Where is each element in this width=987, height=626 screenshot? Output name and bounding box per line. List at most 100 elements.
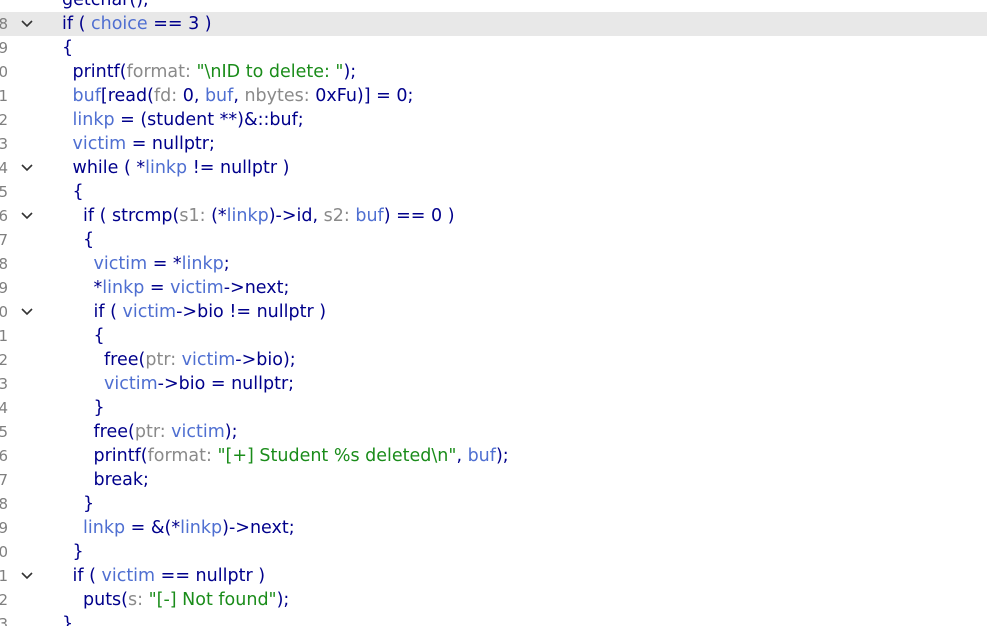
code-token: )->id, [268,206,324,226]
line-number: 7 [0,231,8,249]
line-number: 8 [0,255,8,273]
code-line[interactable]: 2 free(ptr: victim->bio); [0,348,987,372]
code-text: } [83,492,94,516]
code-line[interactable]: 6 printf(format: "[+] Student %s deleted\… [0,444,987,468]
code-line[interactable]: 7 break; [0,468,987,492]
code-token: { [72,182,84,202]
code-token: ->bio = nullptr; [157,374,295,394]
chevron-down-icon[interactable] [17,12,37,36]
line-number: 8 [0,15,8,33]
code-text: getchar(); [62,0,149,12]
code-token: ptr: [145,350,182,370]
code-token: "[-] Not found" [148,590,277,610]
code-line[interactable]: 5{ [0,180,987,204]
code-text: while ( *linkp != nullptr ) [73,156,290,180]
code-token: linkp [180,518,223,538]
line-number: 1 [0,327,8,345]
code-token: ); [276,590,290,610]
code-line[interactable]: 7{ [0,228,987,252]
chevron-down-icon[interactable] [17,564,37,588]
code-line[interactable]: 4 while ( *linkp != nullptr ) [0,156,987,180]
code-token: s1: [179,206,212,226]
code-line[interactable]: 9{ [0,36,987,60]
code-token: ); [495,446,509,466]
code-line[interactable]: 2 linkp = (student **)&::buf; [0,108,987,132]
code-line[interactable]: 5 free(ptr: victim); [0,420,987,444]
line-number: 4 [0,399,8,417]
code-text: } [94,396,105,420]
code-line[interactable]: 9 linkp = &(*linkp)->next; [0,516,987,540]
code-line[interactable]: 8 victim = *linkp; [0,252,987,276]
code-line[interactable]: 1 buf[read(fd: 0, buf, nbytes: 0xFu)] = 0… [0,84,987,108]
code-token: "[+] Student %s deleted\n" [217,446,457,466]
code-token: buf [72,86,101,106]
code-token: buf [355,206,384,226]
code-text: } [62,612,73,626]
code-token: = (student **)&::buf; [114,110,304,130]
line-number: 0 [0,303,8,321]
code-token: 0xFu)] = 0; [315,86,414,106]
code-line[interactable]: 1 if ( victim == nullptr ) [0,564,987,588]
code-editor[interactable]: getchar(); 8 if ( choice == 3 ) 9{0 printf(f… [0,0,987,626]
code-token: linkp [83,518,126,538]
code-line[interactable]: 6 if ( strcmp(s1: (*linkp)->id, s2: buf) … [0,204,987,228]
line-number: 6 [0,207,8,225]
code-line[interactable]: 8 if ( choice == 3 ) [0,12,987,36]
code-token: != nullptr ) [187,158,290,178]
code-token: getchar(); [62,0,149,10]
code-line[interactable]: 0 printf(format: "\nID to delete: "); [0,60,987,84]
code-token: fd: [153,86,183,106]
code-text: free(ptr: victim); [94,420,238,444]
code-token: [read( [100,86,154,106]
code-line[interactable]: 4} [0,396,987,420]
code-text: { [83,228,94,252]
chevron-down-icon[interactable] [17,300,37,324]
code-token: linkp [72,110,115,130]
chevron-down-icon[interactable] [17,204,37,228]
code-token: victim [93,254,148,274]
code-token: victim [170,278,224,298]
line-number: 2 [0,591,8,609]
line-number: 5 [0,423,8,441]
code-token: break; [93,470,149,490]
code-text: if ( victim == nullptr ) [73,564,266,588]
code-line[interactable]: 0} [0,540,987,564]
code-line[interactable]: 9 *linkp = victim->next; [0,276,987,300]
code-text: *linkp = victim->next; [94,276,290,300]
chevron-down-icon[interactable] [17,156,37,180]
code-line[interactable]: 0 if ( victim->bio != nullptr ) [0,300,987,324]
code-token: format: [126,62,197,82]
line-number: 9 [0,519,8,537]
code-token: s2: [323,206,356,226]
code-line[interactable]: 3 victim = nullptr; [0,132,987,156]
code-line[interactable]: 1{ [0,324,987,348]
code-line[interactable]: 3 victim->bio = nullptr; [0,372,987,396]
code-token: * [93,278,103,298]
code-line[interactable]: 8} [0,492,987,516]
code-token: free( [104,350,146,370]
code-line[interactable]: 3} [0,612,987,626]
code-text: if ( choice == 3 ) [62,12,212,36]
code-token: ) == 0 ) [383,206,455,226]
code-line[interactable]: getchar(); [0,0,987,12]
code-token: } [83,494,95,514]
code-token: == 3 ) [147,14,212,34]
code-token: nbytes: [244,86,316,106]
code-token: = * [147,254,182,274]
code-text: free(ptr: victim->bio); [104,348,296,372]
code-token: { [93,326,105,346]
code-token: ); [224,422,238,442]
code-token: victim [72,134,127,154]
code-line[interactable]: 2 puts(s: "[-] Not found"); [0,588,987,612]
code-token: ->next; [223,278,290,298]
code-text: { [62,36,73,60]
code-text: if ( strcmp(s1: (*linkp)->id, s2: buf) =… [83,204,455,228]
code-text: printf(format: "[+] Student %s deleted\n… [94,444,509,468]
code-token: } [93,398,105,418]
code-token: free( [93,422,135,442]
code-token: if ( [93,302,123,322]
line-number: 0 [0,63,8,81]
code-text: victim = nullptr; [73,132,215,156]
code-token: puts( [83,590,129,610]
code-token: victim [171,422,225,442]
